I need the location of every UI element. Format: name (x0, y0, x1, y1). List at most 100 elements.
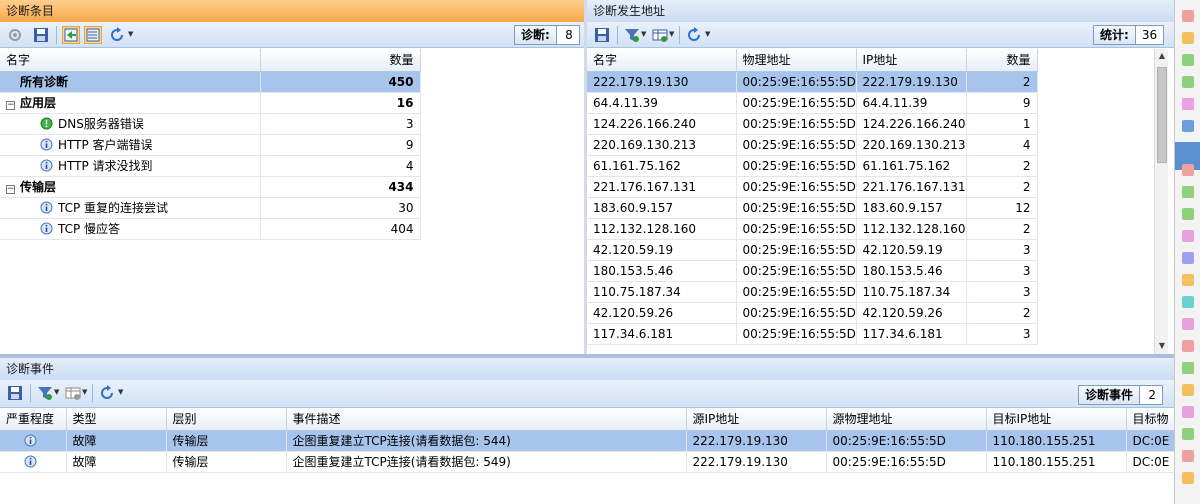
tag-icon[interactable] (1182, 10, 1194, 22)
filter-icon[interactable] (623, 26, 641, 44)
table-row[interactable]: 221.176.167.131 00:25:9E:16:55:5D 221.176.… (587, 176, 1038, 198)
column-header-name[interactable]: 名字 (587, 49, 737, 72)
address-name: 42.120.59.19 (587, 239, 737, 261)
table-row[interactable]: 222.179.19.130 00:25:9E:16:55:5D 222.179.1… (587, 71, 1038, 93)
table-row[interactable]: 110.75.187.34 00:25:9E:16:55:5D 110.75.187… (587, 281, 1038, 303)
export-icon[interactable] (84, 26, 102, 44)
columns-icon[interactable] (651, 26, 669, 44)
tag-icon[interactable] (1182, 186, 1194, 198)
column-header-layer[interactable]: 层别 (166, 408, 287, 431)
refresh-dropdown-icon[interactable]: ▼ (128, 30, 133, 38)
column-header-type[interactable]: 类型 (66, 408, 167, 431)
bottom-panel-title: 诊断事件 (0, 358, 1174, 380)
tag-icon[interactable] (1182, 98, 1194, 110)
tree-row-label: TCP 重复的连接尝试 (58, 201, 169, 215)
scroll-up-icon[interactable]: ▲ (1155, 49, 1169, 63)
tag-icon[interactable] (1182, 450, 1194, 462)
column-header-count[interactable]: 数量 (260, 49, 421, 72)
save-icon[interactable] (6, 384, 24, 402)
import-icon[interactable] (62, 26, 80, 44)
events-count-box: 诊断事件 2 (1078, 385, 1164, 405)
tag-icon[interactable] (1182, 406, 1194, 418)
refresh-icon[interactable] (685, 26, 703, 44)
tag-icon[interactable] (1182, 230, 1194, 242)
table-row[interactable]: 42.120.59.26 00:25:9E:16:55:5D 42.120.59.2… (587, 302, 1038, 324)
tag-icon[interactable] (1182, 472, 1194, 484)
tag-icon[interactable] (1182, 274, 1194, 286)
column-header-severity[interactable]: 严重程度 (0, 408, 67, 431)
tag-icon[interactable] (1182, 76, 1194, 88)
columns-dropdown-icon[interactable]: ▼ (669, 30, 674, 38)
settings-icon[interactable] (6, 26, 24, 44)
table-row[interactable]: 112.132.128.160 00:25:9E:16:55:5D 112.132.… (587, 218, 1038, 240)
tree-row-name: − 应用层 (0, 92, 261, 114)
table-row[interactable]: 180.153.5.46 00:25:9E:16:55:5D 180.153.5.4… (587, 260, 1038, 282)
tag-icon[interactable] (1182, 54, 1194, 66)
table-row[interactable]: 故障 传输层 企图重复建立TCP连接(请看数据包: 549) 222.179.19.1… (0, 451, 1174, 473)
column-header-description[interactable]: 事件描述 (286, 408, 687, 431)
address-table-scrollbar[interactable]: ▲ ▼ (1154, 49, 1168, 354)
tree-row[interactable]: TCP 重复的连接尝试 30 (0, 197, 421, 219)
column-header-count[interactable]: 数量 (966, 49, 1038, 72)
refresh-dropdown-icon[interactable]: ▼ (705, 30, 710, 38)
column-header-source-mac[interactable]: 源物理地址 (826, 408, 987, 431)
column-header-dest-mac[interactable]: 目标物 (1126, 408, 1174, 431)
address-name: 180.153.5.46 (587, 260, 737, 282)
tag-icon[interactable] (1182, 428, 1194, 440)
tree-row[interactable]: TCP 慢应答 404 (0, 218, 421, 240)
table-row[interactable]: 故障 传输层 企图重复建立TCP连接(请看数据包: 544) 222.179.19.1… (0, 430, 1174, 452)
column-header-ip[interactable]: IP地址 (856, 49, 967, 72)
tree-row[interactable]: HTTP 请求没找到 4 (0, 155, 421, 177)
info-icon (40, 201, 53, 214)
address-ip: 42.120.59.26 (856, 302, 967, 324)
table-row[interactable]: 42.120.59.19 00:25:9E:16:55:5D 42.120.59.1… (587, 239, 1038, 261)
right-panel-title: 诊断发生地址 (587, 0, 1174, 22)
table-row[interactable]: 220.169.130.213 00:25:9E:16:55:5D 220.169.… (587, 134, 1038, 156)
table-row[interactable]: 64.4.11.39 00:25:9E:16:55:5D 64.4.11.39 9 (587, 92, 1038, 114)
event-source-mac: 00:25:9E:16:55:5D (826, 451, 987, 473)
tag-icon[interactable] (1182, 252, 1194, 264)
tree-row-count: 30 (260, 197, 421, 219)
table-row[interactable]: 124.226.166.240 00:25:9E:16:55:5D 124.226.… (587, 113, 1038, 135)
tag-icon[interactable] (1182, 318, 1194, 330)
collapse-icon[interactable]: − (6, 185, 15, 194)
tag-icon[interactable] (1182, 296, 1194, 308)
column-header-source-ip[interactable]: 源IP地址 (686, 408, 827, 431)
tree-row-count: 9 (260, 134, 421, 156)
tag-icon[interactable] (1182, 164, 1194, 176)
tree-row[interactable]: DNS服务器错误 3 (0, 113, 421, 135)
column-header-dest-ip[interactable]: 目标IP地址 (986, 408, 1127, 431)
filter-dropdown-icon[interactable]: ▼ (54, 388, 59, 396)
filter-icon[interactable] (36, 384, 54, 402)
tree-row-count: 434 (260, 176, 421, 198)
filter-dropdown-icon[interactable]: ▼ (641, 30, 646, 38)
tag-icon[interactable] (1182, 208, 1194, 220)
collapse-icon[interactable]: − (6, 101, 15, 110)
scroll-down-icon[interactable]: ▼ (1155, 339, 1169, 353)
table-row[interactable]: 117.34.6.181 00:25:9E:16:55:5D 117.34.6.18… (587, 323, 1038, 345)
columns-icon[interactable] (64, 384, 82, 402)
refresh-icon[interactable] (98, 384, 116, 402)
tag-icon[interactable] (1182, 384, 1194, 396)
table-row[interactable]: 61.161.75.162 00:25:9E:16:55:5D 61.161.75.… (587, 155, 1038, 177)
address-name: 112.132.128.160 (587, 218, 737, 240)
tag-icon[interactable] (1182, 340, 1194, 352)
save-icon[interactable] (32, 26, 50, 44)
table-row[interactable]: 183.60.9.157 00:25:9E:16:55:5D 183.60.9.15… (587, 197, 1038, 219)
column-header-name[interactable]: 名字 (0, 49, 261, 72)
save-icon[interactable] (593, 26, 611, 44)
tree-row[interactable]: − 应用层 16 (0, 92, 421, 114)
tree-row[interactable]: HTTP 客户端错误 9 (0, 134, 421, 156)
tag-icon[interactable] (1182, 32, 1194, 44)
address-name: 124.226.166.240 (587, 113, 737, 135)
refresh-dropdown-icon[interactable]: ▼ (118, 388, 123, 396)
tag-icon[interactable] (1182, 362, 1194, 374)
tag-icon[interactable] (1182, 120, 1194, 132)
tree-row[interactable]: − 传输层 434 (0, 176, 421, 198)
tree-row[interactable]: 所有诊断 450 (0, 71, 421, 93)
columns-dropdown-icon[interactable]: ▼ (82, 388, 87, 396)
address-mac: 00:25:9E:16:55:5D (736, 155, 857, 177)
refresh-icon[interactable] (108, 26, 126, 44)
column-header-mac[interactable]: 物理地址 (736, 49, 857, 72)
scroll-thumb[interactable] (1157, 67, 1167, 163)
